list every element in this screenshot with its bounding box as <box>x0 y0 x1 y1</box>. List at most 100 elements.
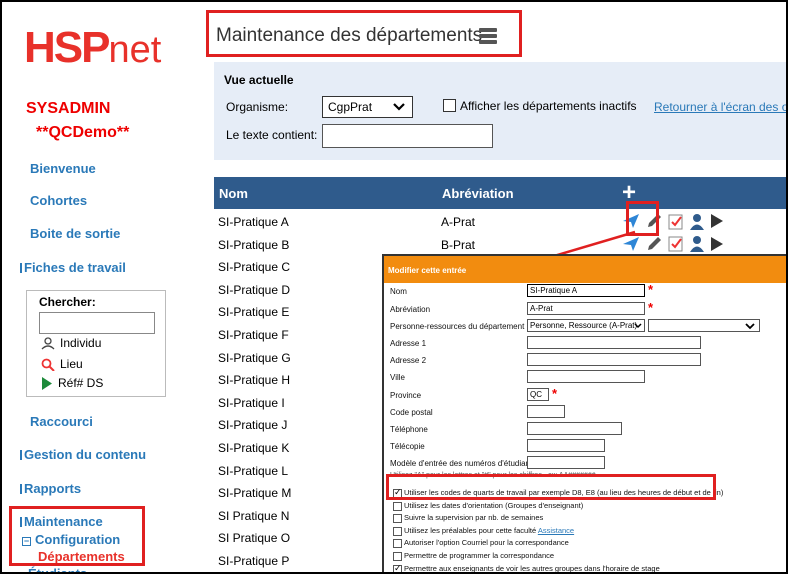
nav-raccourci[interactable]: Raccourci <box>30 414 93 429</box>
input-ville[interactable] <box>527 370 645 383</box>
input-modele[interactable] <box>527 456 605 469</box>
option-label: Utilisez les préalables pour cette facul… <box>404 525 575 535</box>
input-fax[interactable] <box>527 439 605 452</box>
input-abbr[interactable]: A-Prat <box>527 302 645 315</box>
cell-name: SI-Pratique K <box>218 441 290 455</box>
option-checkbox[interactable] <box>393 552 402 561</box>
highlight-box-shift-codes <box>386 474 716 500</box>
instance-name: **QCDemo** <box>36 124 130 141</box>
label-ville: Ville <box>390 373 405 382</box>
search-option-ref-ds[interactable]: Réf# DS <box>41 376 103 390</box>
cell-name: SI-Pratique J <box>218 418 288 433</box>
hspnet-logo[interactable]: HSPnet <box>24 26 161 70</box>
option-label: Utilisez les dates d'orientation (Groupe… <box>404 500 584 510</box>
table-row[interactable]: SI-Pratique B B-Prat <box>214 233 786 255</box>
option-checkbox[interactable] <box>393 539 402 549</box>
label-tel: Téléphone <box>390 425 428 434</box>
chevron-down-icon <box>634 323 642 329</box>
label-fax: Télécopie <box>390 442 425 451</box>
option-label: Permettre de programmer la correspondanc… <box>404 551 555 560</box>
cell-name: SI-Pratique M <box>218 486 292 501</box>
input-province[interactable]: QC <box>527 388 549 401</box>
person-icon[interactable] <box>689 235 705 253</box>
text-contains-label: Le texte contient: <box>226 128 318 142</box>
table-header: Nom Abréviation + <box>214 177 786 209</box>
nav-gestion-du-contenu[interactable]: Gestion du contenu <box>24 447 146 462</box>
nav-boite-de-sortie[interactable]: Boite de sortie <box>30 226 120 241</box>
play-icon[interactable] <box>710 236 724 252</box>
col-header-name[interactable]: Nom <box>219 186 248 201</box>
cell-name: SI-Pratique G <box>218 350 291 365</box>
org-select[interactable]: CgpPrat <box>322 96 413 118</box>
option-checkbox[interactable] <box>393 514 402 524</box>
chevron-down-icon <box>392 99 406 116</box>
text-contains-input[interactable] <box>322 124 493 148</box>
option-checkbox[interactable] <box>393 563 402 572</box>
nav-bullet <box>20 450 22 460</box>
label-personne: Personne-ressources du département <box>390 322 525 331</box>
option-label: Autoriser l'option Courriel pour la corr… <box>404 538 569 548</box>
cell-name: SI-Pratique E <box>218 305 290 320</box>
search-option-label: Lieu <box>60 357 83 371</box>
label-modele: Modèle d'entrée des numéros d'étudiants <box>390 459 537 468</box>
nav-bienvenue[interactable]: Bienvenue <box>30 161 96 176</box>
nav-fiches-de-travail[interactable]: Fiches de travail <box>24 260 126 275</box>
cell-name: SI-Pratique H <box>218 373 291 388</box>
option-label: Permettre aux enseignants de voir les au… <box>404 563 660 573</box>
nav-etudiants[interactable]: Étudiants <box>28 566 87 572</box>
cell-name: SI Pratique N <box>218 508 290 523</box>
input-adresse1[interactable] <box>527 336 701 349</box>
play-icon[interactable] <box>710 213 724 229</box>
chevron-down-icon <box>745 323 755 330</box>
nav-rapports[interactable]: Rapports <box>24 481 81 496</box>
nav-cohortes[interactable]: Cohortes <box>30 193 87 208</box>
checklist-icon[interactable] <box>668 213 684 230</box>
person-icon[interactable] <box>689 213 705 230</box>
label-postal: Code postal <box>390 408 433 417</box>
label-adresse2: Adresse 2 <box>390 356 427 365</box>
option-checkbox[interactable] <box>393 526 402 536</box>
search-input[interactable] <box>39 312 155 334</box>
input-adresse2[interactable] <box>527 353 701 366</box>
pencil-icon[interactable] <box>645 235 663 253</box>
org-label: Organisme: <box>226 100 289 114</box>
select-personne[interactable]: Personne, Ressource (A-Prat) <box>527 319 645 332</box>
assistance-link[interactable]: Assistance <box>538 526 574 535</box>
cell-name: SI-Pratique F <box>218 328 289 342</box>
highlight-box-maintenance <box>9 506 145 566</box>
input-nom[interactable]: SI-Pratique A <box>527 284 645 297</box>
cell-name: SI-Pratique L <box>218 463 289 478</box>
table-row[interactable]: SI-Pratique A A-Prat <box>214 210 786 232</box>
modal-title: Modifier cette entrée <box>388 266 467 275</box>
option-checkbox[interactable] <box>393 501 402 511</box>
input-tel[interactable] <box>527 422 622 435</box>
play-icon <box>42 376 52 390</box>
search-option-individu[interactable]: Individu <box>41 336 101 350</box>
cell-abbr: A-Prat <box>441 215 476 229</box>
search-option-label: Individu <box>60 336 102 350</box>
magnifier-icon <box>41 358 55 371</box>
select-personne-2[interactable] <box>648 319 760 332</box>
return-link[interactable]: Retourner à l'écran des or <box>654 100 786 114</box>
filter-panel: Vue actuelle Organisme: CgpPrat Afficher… <box>214 62 786 160</box>
cell-name: SI-Pratique B <box>218 237 290 252</box>
label-adresse1: Adresse 1 <box>390 339 427 348</box>
search-option-lieu[interactable]: Lieu <box>41 357 83 371</box>
label-province: Province <box>390 391 422 400</box>
inactive-checkbox[interactable] <box>443 99 456 112</box>
app-frame: HSPnet SYSADMIN **QCDemo** Bienvenue Coh… <box>0 0 788 574</box>
option-label: Suivre la supervision par nb. de semaine… <box>404 513 544 523</box>
search-option-label: Réf# DS <box>58 376 104 390</box>
search-label: Chercher: <box>39 295 96 309</box>
cell-name: SI-Pratique D <box>218 282 291 297</box>
cell-name: SI-Pratique C <box>218 260 291 275</box>
col-header-abbr[interactable]: Abréviation <box>442 186 514 201</box>
filter-heading: Vue actuelle <box>224 73 294 87</box>
checklist-icon[interactable] <box>668 235 684 252</box>
label-nom: Nom <box>390 287 407 296</box>
inactive-label: Afficher les départements inactifs <box>460 99 637 113</box>
cell-name: SI Pratique O <box>218 531 291 546</box>
input-postal[interactable] <box>527 405 565 418</box>
modal-header: Modifier cette entrée <box>384 256 786 283</box>
edit-modal: Modifier cette entrée Nom SI-Pratique A … <box>382 254 786 573</box>
